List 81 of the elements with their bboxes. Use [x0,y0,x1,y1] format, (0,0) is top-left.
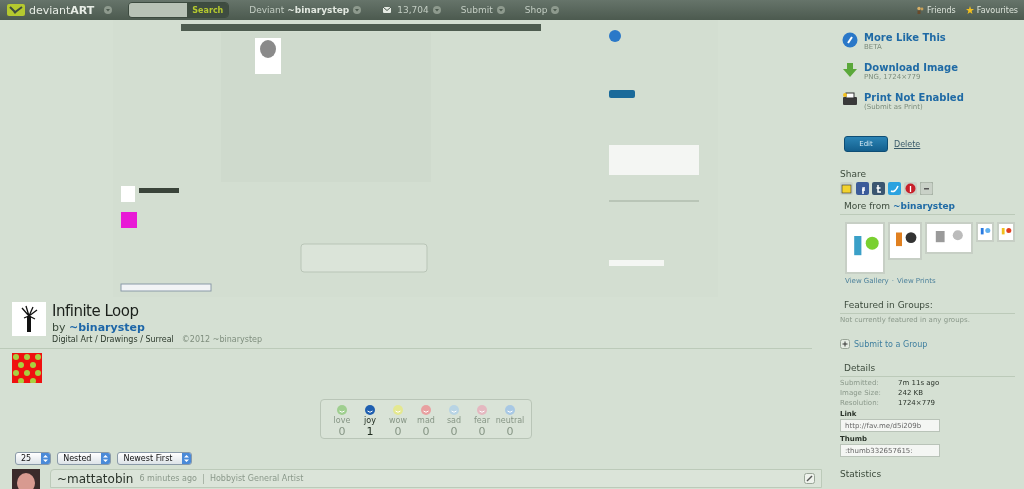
plus-icon[interactable] [840,339,850,349]
nav-link[interactable]: Shop [524,5,548,15]
people-icon [916,6,924,14]
action-link[interactable]: Download Image [864,62,959,73]
action-link[interactable]: Print Not Enabled [864,92,964,103]
spin-arrows-icon[interactable] [41,453,51,464]
download-icon [842,62,858,78]
caret-icon[interactable] [551,6,560,14]
reaction-count: 0 [478,425,486,438]
reaction-count: 0 [450,425,458,438]
smiley-icon [475,404,489,416]
thumbnail[interactable] [888,222,922,260]
smiley-icon [363,404,377,416]
dropdown[interactable]: Nested [57,452,112,465]
copyright-text: ©2012 ~binarystep [181,335,263,344]
reaction-label[interactable]: mad [417,416,435,425]
action-link[interactable]: More Like This [864,32,946,43]
artist-link[interactable]: ~binarystep [893,201,956,211]
pencil-icon[interactable] [804,473,815,484]
nav-link[interactable]: Submit [460,5,493,15]
thumbnail[interactable] [997,222,1015,242]
smiley-icon [447,404,461,416]
reaction-count: 0 [506,425,514,438]
byline: by ~binarystep [52,321,146,334]
pattern-thumbnail [12,353,42,383]
nav-link[interactable]: Deviant ~binarystep [249,5,350,15]
caret-icon[interactable] [432,6,441,14]
avatar-icon[interactable] [12,302,46,336]
category-path[interactable]: Digital Art / Drawings / Surreal [52,335,174,344]
dropdown[interactable]: 25 [15,452,52,465]
caret-icon[interactable] [104,6,113,14]
reaction-count: 0 [338,425,346,438]
caret-icon[interactable] [353,6,362,14]
reaction-count: 0 [422,425,430,438]
printer-icon [842,92,858,108]
logo-text[interactable]: deviantART [29,3,95,17]
nav-link[interactable]: 13,704 [397,5,429,15]
search-button[interactable]: Search [187,3,229,17]
header-link[interactable]: Favourites [976,5,1018,15]
section-title: Statistics [840,469,883,479]
header-link[interactable]: Friends [927,5,956,15]
pinterest-icon[interactable] [904,182,917,195]
section-title: Share [840,169,867,179]
circle-icon [842,32,858,48]
smiley-icon [391,404,405,416]
reaction-count: 0 [394,425,402,438]
section-title: More from ~binarystep [840,201,1015,215]
reaction-count: 1 [366,425,374,438]
tumblr-icon[interactable] [872,182,885,195]
delete-link[interactable]: Delete [894,139,921,149]
star-icon [965,6,974,14]
thumbnail[interactable] [925,222,973,254]
facebook-icon[interactable] [856,182,869,195]
reaction-label[interactable]: fear [474,416,490,425]
smiley-icon [503,404,517,416]
user-role: Hobbyist General Artist [209,474,304,483]
avatar-icon[interactable] [12,469,40,489]
mail-icon [381,6,394,14]
logo-icon[interactable] [6,3,26,17]
username-link[interactable]: ~mattatobin [57,471,134,486]
smiley-icon [335,404,349,416]
deviation-title: Infinite Loop [52,302,140,320]
submit-group-link[interactable]: Submit to a Group [840,339,1015,349]
reaction-label[interactable]: love [333,416,351,425]
thumbnail[interactable] [976,222,994,242]
reaction-label[interactable]: sad [446,416,462,425]
section-title: Details [840,363,1015,377]
reaction-label[interactable]: neutral [495,416,525,425]
section-title: Featured in Groups: [840,300,1015,314]
caret-icon[interactable] [496,6,505,14]
reaction-label[interactable]: joy [364,416,376,425]
comment-time: 6 minutes ago [139,474,197,483]
reaction-label[interactable]: wow [389,416,407,425]
more-icon[interactable] [920,182,933,195]
smiley-icon [419,404,433,416]
dropdown[interactable]: Newest First [117,452,193,465]
spin-arrows-icon[interactable] [101,453,111,464]
thumbnail[interactable] [845,222,885,274]
spin-arrows-icon[interactable] [182,453,192,464]
search-field[interactable]: Search [128,2,230,18]
artist-link[interactable]: ~binarystep [69,321,145,334]
